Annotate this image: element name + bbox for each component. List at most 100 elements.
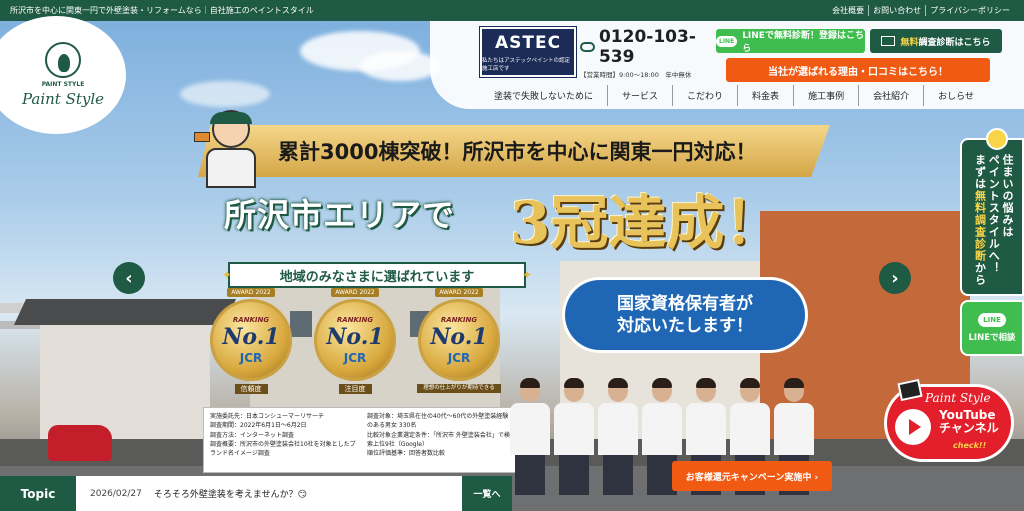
phone-number-text: 0120-103-539 <box>598 27 696 67</box>
survey-line: 調査期間：2022年6月1日～6月2日 <box>210 422 307 430</box>
consult-line-3-post: から <box>973 262 987 286</box>
reasons-reviews-button[interactable]: 当社が選ばれる理由・口コミはこちら！ <box>726 58 990 82</box>
topic-date: 2026/02/27 <box>90 488 142 499</box>
hero-ribbon: 累計3000棟突破！所沢市を中心に関東一円対応！ <box>198 125 830 177</box>
survey-line: 調査対象：埼玉県在住の40代～60代の外壁塗装経験のある男女 330名 <box>367 413 509 430</box>
medal-finish: AWARD 2022 RANKING No.1 JCR 理想の仕上がりが期待でき… <box>416 288 502 408</box>
phone-number[interactable]: 0120-103-539 <box>580 27 720 67</box>
topic-text: そろそろ外壁塗装を考えませんか？😏 <box>153 490 307 500</box>
link-contact[interactable]: お問い合わせ <box>868 5 925 16</box>
staff-member <box>598 378 638 495</box>
nav-pricing[interactable]: 料金表 <box>737 85 793 106</box>
nav-news[interactable]: おしらせ <box>923 85 988 106</box>
youtube-title: Paint Style <box>925 391 991 405</box>
side-line-label: LINEで相談 <box>968 333 1016 343</box>
header-panel: ASTEC 私たちはアステックペイントの認定施工店です 0120-103-539… <box>430 21 1024 109</box>
freedial-icon <box>580 42 595 52</box>
medal-caption: 理想の仕上がりが期待できる <box>417 384 501 393</box>
medal-no1: No.1 <box>222 323 280 350</box>
topic-more-button[interactable]: 一覧へ <box>462 476 512 511</box>
survey-line: 調査方法：インターネット調査 <box>210 431 295 439</box>
topic-label: Topic <box>0 476 76 511</box>
award-medals: AWARD 2022 RANKING No.1 JCR 信頼度 AWARD 20… <box>208 288 502 408</box>
side-line-tab[interactable]: LINE LINEで相談 <box>960 300 1024 356</box>
consult-line-1: 住まいの悩みは <box>1001 154 1014 238</box>
consult-line-3-pre: まずは <box>973 154 987 190</box>
cloud <box>360 51 440 81</box>
nav-company[interactable]: 会社紹介 <box>858 85 923 106</box>
hero-headline: 所沢市エリアで <box>224 196 456 234</box>
medal-no1: No.1 <box>430 323 488 350</box>
red-car <box>48 425 112 461</box>
youtube-brand: YouTube チャンネル <box>939 408 999 436</box>
nav-commitment[interactable]: こだわり <box>672 85 737 106</box>
free-inspection-button[interactable]: 無料調査診断はこちら <box>870 29 1002 53</box>
youtube-brand-1: YouTube <box>939 408 996 422</box>
line-icon: LINE <box>716 35 738 47</box>
youtube-channel-button[interactable]: Paint Style YouTube チャンネル check!! <box>884 378 1014 462</box>
survey-right: 調査対象：埼玉県在住の40代～60代の外壁塗装経験のある男女 330名 比較対象… <box>367 412 514 468</box>
mail-icon <box>881 36 896 46</box>
site-tagline: 所沢市を中心に関東一円で外壁塗装・リフォームなら｜自社施工のペイントスタイル <box>10 6 314 15</box>
free-highlight: 無料 <box>900 37 919 48</box>
line-icon: LINE <box>978 313 1006 327</box>
line-diagnosis-button[interactable]: LINE LINEで無料診断！登録はこちら <box>716 29 865 54</box>
astec-sub: 私たちはアステックペイントの認定施工店です <box>482 57 571 72</box>
medal-award: AWARD 2022 <box>331 288 379 297</box>
line-diagnosis-label: LINEで無料診断！登録はこちら <box>742 31 864 54</box>
medal-jcr: JCR <box>447 350 471 365</box>
qualified-staff-bubble: 国家資格保有者が 対応いたします！ <box>565 280 805 350</box>
slider-next-button[interactable]: › <box>879 262 911 294</box>
logo-mini-text: PAINT STYLE <box>41 81 85 88</box>
medal-attention: AWARD 2022 RANKING No.1 JCR 注目度 <box>312 288 398 408</box>
staff-member <box>554 378 594 495</box>
free-inspection-label: 調査診断はこちら <box>918 37 991 48</box>
medal-rank: RANKING <box>336 315 374 324</box>
nav-cases[interactable]: 施工事例 <box>793 85 858 106</box>
medal-disc: RANKING No.1 JCR <box>210 299 292 381</box>
survey-line: 順位評価基準：回答者数比較 <box>367 450 446 458</box>
youtube-brand-2: チャンネル <box>939 421 999 436</box>
medal-caption: 注目度 <box>338 384 372 395</box>
slider-prev-button[interactable]: ‹ <box>113 262 145 294</box>
hero-triple-crown: 3冠達成！ <box>510 189 783 257</box>
medal-caption: 信頼度 <box>234 384 268 395</box>
medal-award: AWARD 2022 <box>227 288 275 297</box>
medal-trust: AWARD 2022 RANKING No.1 JCR 信頼度 <box>208 288 294 408</box>
survey-details: 実施委託先：日本コンシューマーリサーチ 調査期間：2022年6月1日～6月2日 … <box>203 407 521 473</box>
survey-line: 比較対象企業選定条件：「所沢市 外壁塗装会社」で検索上位9社（Google） <box>367 431 510 448</box>
play-icon <box>895 409 931 445</box>
link-privacy[interactable]: プライバシーポリシー <box>925 5 1014 16</box>
survey-left: 実施委託先：日本コンシューマーリサーチ 調査期間：2022年6月1日～6月2日 … <box>210 412 357 468</box>
link-company[interactable]: 会社概要 <box>828 5 868 16</box>
medal-jcr: JCR <box>343 350 367 365</box>
medal-jcr: JCR <box>239 350 263 365</box>
medal-no1: No.1 <box>326 323 384 350</box>
qualified-line-2: 対応いたします！ <box>617 316 753 336</box>
astec-title: ASTEC <box>494 32 562 53</box>
staff-member <box>510 378 550 495</box>
nav-avoid-failure[interactable]: 塗装で失敗しないために <box>480 85 607 106</box>
consult-line-3-hl: 無料調査診断 <box>973 190 987 262</box>
survey-line: 調査概要：所沢市の外壁塗装会社10社を対象としたブランド名イメージ調査 <box>210 440 356 458</box>
phone-block[interactable]: 0120-103-539 【営業時間】9:00～18:00 年中無休 <box>580 27 720 79</box>
survey-line: 実施委託先：日本コンシューマーリサーチ <box>210 413 325 420</box>
painter-mascot-icon <box>194 110 260 190</box>
clapperboard-icon <box>897 378 923 402</box>
campaign-button[interactable]: お客様還元キャンペーン実施中 › <box>672 461 832 491</box>
medal-rank: RANKING <box>440 315 478 324</box>
side-consult-text: 住まいの悩みは ペイントスタイルへ！ まずは無料調査診断から <box>973 154 1015 286</box>
astec-badge[interactable]: ASTEC 私たちはアステックペイントの認定施工店です <box>480 27 576 77</box>
youtube-check: check!! <box>953 441 987 450</box>
main-nav: 塗装で失敗しないために サービス こだわり 料金表 施工事例 会社紹介 おしらせ <box>480 85 988 106</box>
logo-name: Paint Style <box>21 90 105 108</box>
topic-item[interactable]: 2026/02/27 そろそろ外壁塗装を考えませんか？😏 <box>76 476 462 511</box>
hero-subheadline: 地域のみなさまに選ばれています <box>222 262 532 288</box>
topic-bar: Topic 2026/02/27 そろそろ外壁塗装を考えませんか？😏 一覧へ <box>0 476 512 511</box>
pencil-icon <box>986 128 1008 150</box>
qualified-line-1: 国家資格保有者が <box>617 293 753 314</box>
medal-rank: RANKING <box>232 315 270 324</box>
nav-service[interactable]: サービス <box>607 85 672 106</box>
side-consult-tab[interactable]: 住まいの悩みは ペイントスタイルへ！ まずは無料調査診断から <box>960 128 1024 296</box>
medal-disc: RANKING No.1 JCR <box>314 299 396 381</box>
